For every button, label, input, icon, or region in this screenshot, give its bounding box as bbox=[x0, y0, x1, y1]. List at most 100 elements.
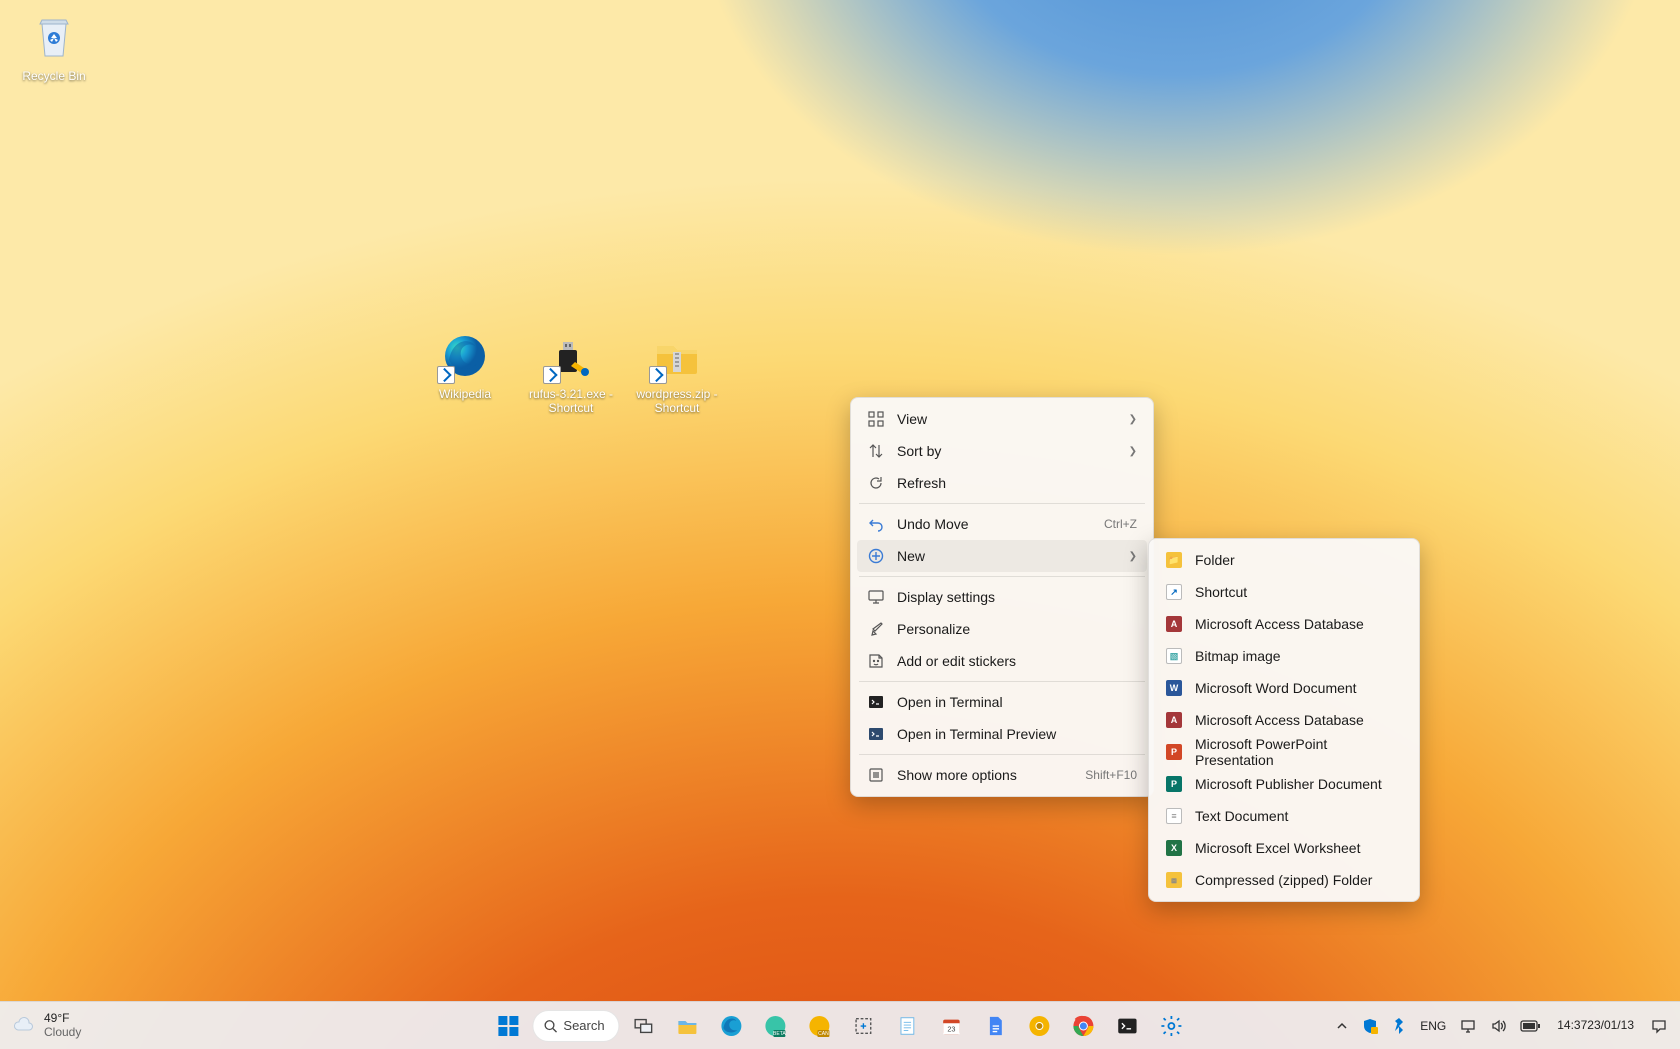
wikipedia-shortcut[interactable]: Wikipedia bbox=[421, 328, 509, 402]
task-view-button[interactable] bbox=[624, 1006, 664, 1046]
taskbar-search[interactable]: Search bbox=[532, 1010, 619, 1042]
tray-volume[interactable] bbox=[1485, 1006, 1511, 1046]
weather-desc: Cloudy bbox=[44, 1026, 81, 1040]
start-button[interactable] bbox=[488, 1006, 528, 1046]
taskbar-left: 49°F Cloudy bbox=[0, 1012, 81, 1040]
shield-icon bbox=[1362, 1018, 1378, 1034]
taskbar-file-explorer[interactable] bbox=[668, 1006, 708, 1046]
taskbar-search-label: Search bbox=[563, 1018, 604, 1033]
folder-icon: 📁 bbox=[1165, 551, 1183, 569]
tray-overflow[interactable] bbox=[1331, 1006, 1353, 1046]
submenu-folder-label: Folder bbox=[1195, 552, 1403, 568]
submenu-access-label: Microsoft Access Database bbox=[1195, 616, 1403, 632]
menu-undo-label: Undo Move bbox=[897, 516, 1084, 532]
bluetooth-icon bbox=[1392, 1018, 1406, 1034]
submenu-text[interactable]: ≡ Text Document bbox=[1155, 800, 1413, 832]
desktop-wallpaper[interactable] bbox=[0, 0, 1680, 1049]
edge-canary-icon: CAN bbox=[808, 1014, 832, 1038]
speaker-icon bbox=[1490, 1018, 1506, 1034]
rufus-shortcut[interactable]: rufus-3.21.exe - Shortcut bbox=[527, 328, 615, 416]
menu-show-more-accel: Shift+F10 bbox=[1085, 768, 1137, 782]
shortcut-arrow-icon bbox=[649, 366, 667, 384]
publisher-icon: P bbox=[1165, 775, 1183, 793]
grid-icon bbox=[867, 410, 885, 428]
submenu-shortcut[interactable]: ↗ Shortcut bbox=[1155, 576, 1413, 608]
menu-show-more-options[interactable]: Show more options Shift+F10 bbox=[857, 759, 1147, 791]
snip-icon bbox=[853, 1015, 875, 1037]
wordpress-label: wordpress.zip - Shortcut bbox=[633, 388, 721, 416]
tray-battery[interactable] bbox=[1515, 1006, 1545, 1046]
submenu-zip[interactable]: ⧈ Compressed (zipped) Folder bbox=[1155, 864, 1413, 896]
menu-refresh[interactable]: Refresh bbox=[857, 467, 1147, 499]
taskbar-chrome-canary[interactable] bbox=[1020, 1006, 1060, 1046]
taskbar: 49°F Cloudy Search BETA CAN bbox=[0, 1001, 1680, 1049]
submenu-ppt-label: Microsoft PowerPoint Presentation bbox=[1195, 736, 1403, 768]
edge-icon bbox=[720, 1014, 744, 1038]
usb-drive-icon bbox=[543, 328, 599, 384]
chevron-up-icon bbox=[1336, 1020, 1348, 1032]
tray-language[interactable]: ENG bbox=[1415, 1006, 1451, 1046]
taskbar-google-docs[interactable] bbox=[976, 1006, 1016, 1046]
taskbar-chrome[interactable] bbox=[1064, 1006, 1104, 1046]
submenu-bitmap-label: Bitmap image bbox=[1195, 648, 1403, 664]
excel-icon: X bbox=[1165, 839, 1183, 857]
cloud-icon bbox=[12, 1014, 36, 1038]
new-submenu: 📁 Folder ↗ Shortcut A Microsoft Access D… bbox=[1148, 538, 1420, 902]
submenu-powerpoint[interactable]: P Microsoft PowerPoint Presentation bbox=[1155, 736, 1413, 768]
taskbar-edge[interactable] bbox=[712, 1006, 752, 1046]
chrome-icon bbox=[1072, 1014, 1096, 1038]
menu-view[interactable]: View ❯ bbox=[857, 403, 1147, 435]
submenu-excel[interactable]: X Microsoft Excel Worksheet bbox=[1155, 832, 1413, 864]
submenu-access[interactable]: A Microsoft Access Database bbox=[1155, 608, 1413, 640]
terminal-icon bbox=[1117, 1015, 1139, 1037]
powerpoint-icon: P bbox=[1165, 743, 1183, 761]
taskbar-terminal[interactable] bbox=[1108, 1006, 1148, 1046]
submenu-access2[interactable]: A Microsoft Access Database bbox=[1155, 704, 1413, 736]
submenu-folder[interactable]: 📁 Folder bbox=[1155, 544, 1413, 576]
taskbar-calendar[interactable]: 23 bbox=[932, 1006, 972, 1046]
menu-open-terminal[interactable]: Open in Terminal bbox=[857, 686, 1147, 718]
menu-open-terminal-preview[interactable]: Open in Terminal Preview bbox=[857, 718, 1147, 750]
windows-logo-icon bbox=[496, 1014, 520, 1038]
taskbar-edge-beta[interactable]: BETA bbox=[756, 1006, 796, 1046]
docs-icon bbox=[985, 1015, 1007, 1037]
weather-widget[interactable]: 49°F Cloudy bbox=[12, 1012, 81, 1040]
zip-folder-icon: ⧈ bbox=[1165, 871, 1183, 889]
network-icon bbox=[1460, 1018, 1476, 1034]
trash-icon bbox=[26, 10, 82, 66]
submenu-publisher[interactable]: P Microsoft Publisher Document bbox=[1155, 768, 1413, 800]
svg-text:23: 23 bbox=[948, 1024, 956, 1033]
shortcut-icon: ↗ bbox=[1165, 583, 1183, 601]
edge-beta-icon: BETA bbox=[764, 1014, 788, 1038]
submenu-shortcut-label: Shortcut bbox=[1195, 584, 1403, 600]
system-tray: ENG 14:37 23/01/13 bbox=[1331, 1006, 1680, 1046]
menu-display-settings[interactable]: Display settings bbox=[857, 581, 1147, 613]
tray-notifications[interactable] bbox=[1646, 1006, 1672, 1046]
menu-sort-by[interactable]: Sort by ❯ bbox=[857, 435, 1147, 467]
menu-add-stickers[interactable]: Add or edit stickers bbox=[857, 645, 1147, 677]
word-icon: W bbox=[1165, 679, 1183, 697]
submenu-excel-label: Microsoft Excel Worksheet bbox=[1195, 840, 1403, 856]
access-icon: A bbox=[1165, 711, 1183, 729]
submenu-publisher-label: Microsoft Publisher Document bbox=[1195, 776, 1403, 792]
taskbar-snipping-tool[interactable] bbox=[844, 1006, 884, 1046]
recycle-bin-icon[interactable]: Recycle Bin bbox=[10, 10, 98, 84]
taskbar-notepad[interactable] bbox=[888, 1006, 928, 1046]
tray-time: 14:37 bbox=[1557, 1019, 1587, 1033]
zip-folder-icon bbox=[649, 328, 705, 384]
tray-network[interactable] bbox=[1455, 1006, 1481, 1046]
wordpress-zip-shortcut[interactable]: wordpress.zip - Shortcut bbox=[633, 328, 721, 416]
taskbar-edge-canary[interactable]: CAN bbox=[800, 1006, 840, 1046]
menu-undo-move[interactable]: Undo Move Ctrl+Z bbox=[857, 508, 1147, 540]
taskbar-settings[interactable] bbox=[1152, 1006, 1192, 1046]
menu-view-label: View bbox=[897, 411, 1109, 427]
menu-personalize[interactable]: Personalize bbox=[857, 613, 1147, 645]
taskbar-center: Search BETA CAN 23 bbox=[488, 1006, 1191, 1046]
tray-security[interactable] bbox=[1357, 1006, 1383, 1046]
tray-clock[interactable]: 14:37 23/01/13 bbox=[1549, 1006, 1642, 1046]
submenu-word[interactable]: W Microsoft Word Document bbox=[1155, 672, 1413, 704]
menu-terminal-preview-label: Open in Terminal Preview bbox=[897, 726, 1137, 742]
menu-new[interactable]: New ❯ bbox=[857, 540, 1147, 572]
submenu-bitmap[interactable]: ▧ Bitmap image bbox=[1155, 640, 1413, 672]
tray-bluetooth[interactable] bbox=[1387, 1006, 1411, 1046]
